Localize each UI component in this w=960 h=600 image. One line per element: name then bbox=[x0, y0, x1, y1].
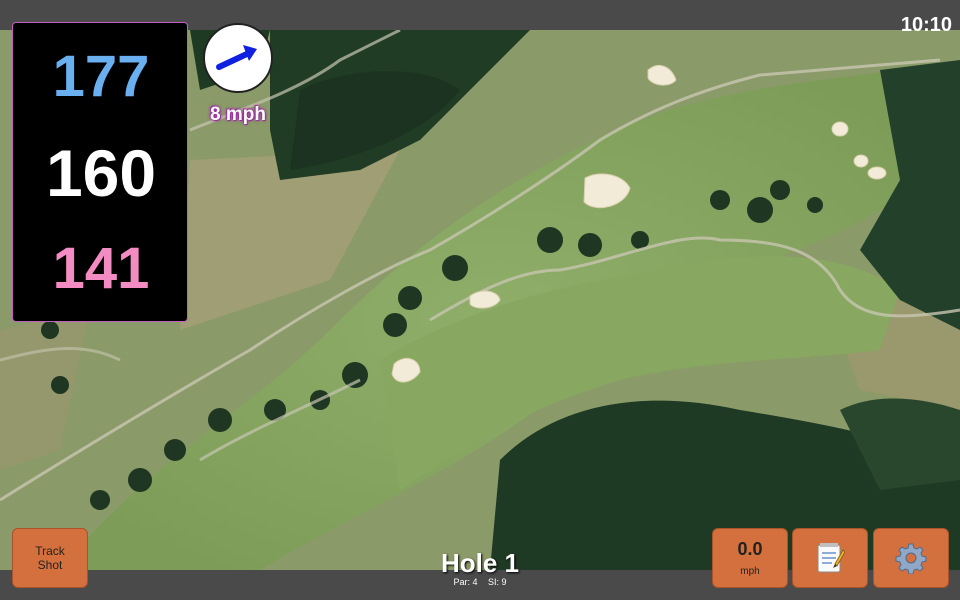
wind-indicator bbox=[203, 23, 273, 93]
wind-speed-label: 8 mph bbox=[210, 104, 266, 125]
hole-info: Par: 4 SI: 9 bbox=[380, 577, 580, 587]
hole-par: Par: 4 bbox=[453, 577, 478, 587]
clock-time: 10:10 bbox=[900, 14, 952, 36]
hole-stroke-index: SI: 9 bbox=[488, 577, 507, 587]
notes-button[interactable] bbox=[792, 528, 868, 588]
track-shot-label: Track Shot bbox=[35, 544, 65, 572]
back-distance: 177 bbox=[52, 44, 150, 109]
middle-distance: 160 bbox=[45, 136, 157, 210]
hole-title: Hole 1 bbox=[440, 548, 520, 578]
distance-panel: 177 160 141 bbox=[12, 22, 188, 322]
wind-direction-arrow-icon bbox=[216, 45, 257, 70]
settings-button[interactable] bbox=[873, 528, 949, 588]
speed-unit: mph bbox=[740, 566, 760, 577]
speed-button[interactable]: 0.0 mph bbox=[712, 528, 788, 588]
front-distance: 141 bbox=[52, 236, 150, 301]
speed-value: 0.0 bbox=[737, 539, 763, 559]
track-shot-button[interactable]: Track Shot bbox=[12, 528, 88, 588]
gear-icon bbox=[895, 543, 927, 574]
notepad-icon bbox=[817, 543, 845, 573]
